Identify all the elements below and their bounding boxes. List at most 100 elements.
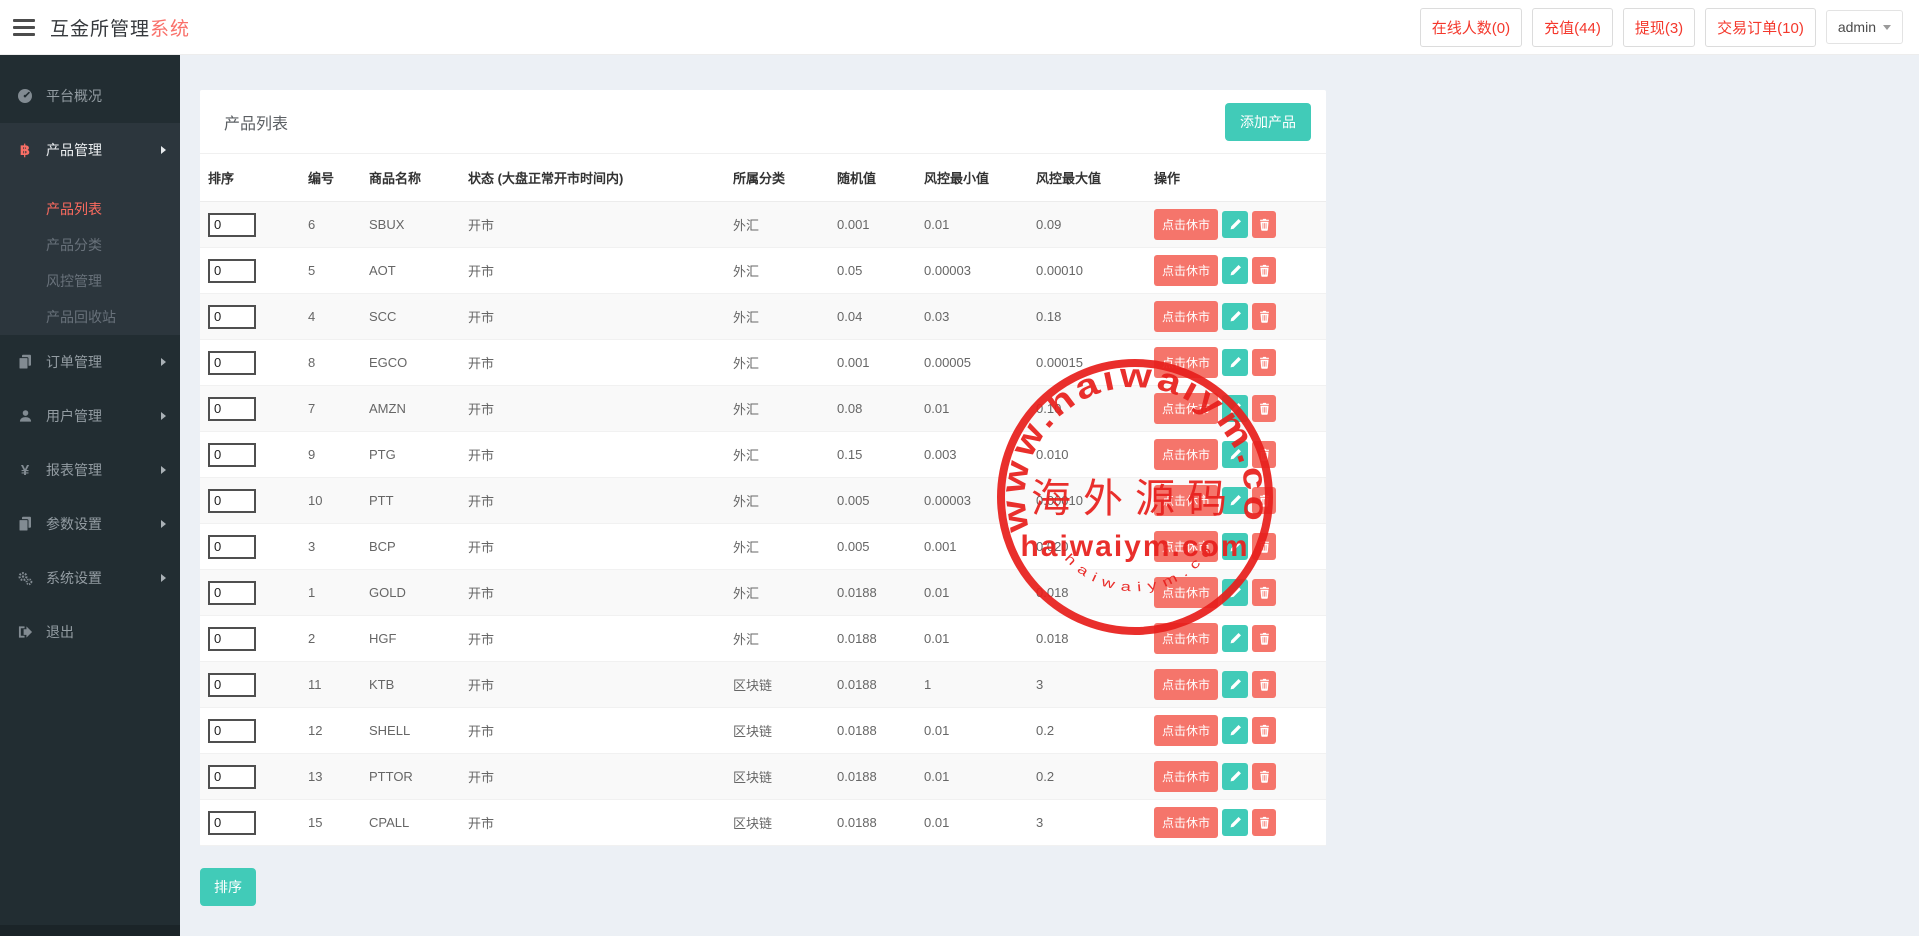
sort-order-input[interactable] — [208, 581, 256, 605]
delete-button[interactable] — [1252, 487, 1276, 514]
edit-button[interactable] — [1222, 533, 1248, 560]
sort-order-input[interactable] — [208, 213, 256, 237]
table-header: 排序 编号 商品名称 状态 (大盘正常开市时间内) 所属分类 随机值 风控最小值… — [200, 154, 1326, 202]
sort-order-input[interactable] — [208, 259, 256, 283]
cell-category: 外汇 — [725, 294, 829, 340]
close-market-button[interactable]: 点击休市 — [1154, 807, 1218, 838]
sidebar-item-user-management[interactable]: 用户管理 — [0, 389, 180, 443]
product-list-card: 产品列表 添加产品 排序 编号 商品名称 状态 (大盘正常开市时间内) 所属分类… — [200, 90, 1326, 846]
sidebar-item-report-management[interactable]: ¥ 报表管理 — [0, 443, 180, 497]
edit-button[interactable] — [1222, 487, 1248, 514]
delete-button[interactable] — [1252, 809, 1276, 836]
delete-button[interactable] — [1252, 533, 1276, 560]
recharge-button[interactable]: 充值(44) — [1532, 8, 1613, 47]
sort-order-input[interactable] — [208, 719, 256, 743]
sort-order-input[interactable] — [208, 535, 256, 559]
close-market-button[interactable]: 点击休市 — [1154, 209, 1218, 240]
cell-random-value: 0.04 — [829, 294, 916, 340]
sort-order-input[interactable] — [208, 627, 256, 651]
sidebar-item-system-settings[interactable]: 系统设置 — [0, 551, 180, 605]
sort-order-input[interactable] — [208, 765, 256, 789]
trade-orders-button[interactable]: 交易订单(10) — [1705, 8, 1816, 47]
sort-order-input[interactable] — [208, 351, 256, 375]
edit-button[interactable] — [1222, 441, 1248, 468]
sidebar-item-platform-overview[interactable]: 平台概况 — [0, 69, 180, 123]
sidebar-item-risk-management[interactable]: 风控管理 — [0, 263, 180, 299]
sort-order-input[interactable] — [208, 397, 256, 421]
sidebar-item-parameter-settings[interactable]: 参数设置 — [0, 497, 180, 551]
delete-button[interactable] — [1252, 257, 1276, 284]
cell-risk-min: 0.00003 — [916, 478, 1028, 524]
edit-button[interactable] — [1222, 257, 1248, 284]
close-market-button[interactable]: 点击休市 — [1154, 347, 1218, 378]
sidebar-item-order-management[interactable]: 订单管理 — [0, 335, 180, 389]
online-users-button[interactable]: 在线人数(0) — [1420, 8, 1522, 47]
sort-order-input[interactable] — [208, 489, 256, 513]
sidebar-item-product-list[interactable]: 产品列表 — [0, 191, 180, 227]
edit-button[interactable] — [1222, 211, 1248, 238]
delete-button[interactable] — [1252, 671, 1276, 698]
close-market-button[interactable]: 点击休市 — [1154, 439, 1218, 470]
add-product-button[interactable]: 添加产品 — [1225, 103, 1311, 141]
cell-random-value: 0.08 — [829, 386, 916, 432]
cell-status: 开市 — [460, 248, 725, 294]
sort-submit-button[interactable]: 排序 — [200, 868, 256, 906]
delete-button[interactable] — [1252, 395, 1276, 422]
cell-sort — [200, 570, 300, 616]
cell-random-value: 0.0188 — [829, 662, 916, 708]
cell-status: 开市 — [460, 386, 725, 432]
edit-button[interactable] — [1222, 717, 1248, 744]
edit-button[interactable] — [1222, 579, 1248, 606]
cell-category: 外汇 — [725, 248, 829, 294]
delete-button[interactable] — [1252, 303, 1276, 330]
delete-button[interactable] — [1252, 349, 1276, 376]
delete-button[interactable] — [1252, 441, 1276, 468]
edit-button[interactable] — [1222, 625, 1248, 652]
edit-button[interactable] — [1222, 763, 1248, 790]
cell-status: 开市 — [460, 294, 725, 340]
sort-order-input[interactable] — [208, 673, 256, 697]
sidebar-item-label: 产品管理 — [46, 140, 102, 160]
close-market-button[interactable]: 点击休市 — [1154, 255, 1218, 286]
col-random: 随机值 — [829, 154, 916, 202]
delete-button[interactable] — [1252, 211, 1276, 238]
cell-category: 外汇 — [725, 478, 829, 524]
edit-button[interactable] — [1222, 303, 1248, 330]
admin-dropdown[interactable]: admin — [1826, 10, 1903, 44]
sidebar-item-product-management[interactable]: ฿ 产品管理 — [0, 123, 180, 177]
cell-category: 外汇 — [725, 616, 829, 662]
cell-product-name: AMZN — [361, 386, 460, 432]
close-market-button[interactable]: 点击休市 — [1154, 577, 1218, 608]
cell-sort — [200, 754, 300, 800]
close-market-button[interactable]: 点击休市 — [1154, 301, 1218, 332]
edit-button[interactable] — [1222, 809, 1248, 836]
sidebar-item-product-recycle-bin[interactable]: 产品回收站 — [0, 299, 180, 335]
sidebar: 平台概况 ฿ 产品管理 产品列表 产品分类 风控管理 产品回收站 订单管理 — [0, 55, 180, 936]
close-market-button[interactable]: 点击休市 — [1154, 715, 1218, 746]
delete-button[interactable] — [1252, 625, 1276, 652]
cell-status: 开市 — [460, 340, 725, 386]
close-market-button[interactable]: 点击休市 — [1154, 485, 1218, 516]
delete-button[interactable] — [1252, 717, 1276, 744]
cell-risk-max: 0.2 — [1028, 708, 1146, 754]
sort-order-input[interactable] — [208, 305, 256, 329]
close-market-button[interactable]: 点击休市 — [1154, 761, 1218, 792]
sidebar-item-logout[interactable]: 退出 — [0, 605, 180, 659]
delete-button[interactable] — [1252, 579, 1276, 606]
sort-order-input[interactable] — [208, 443, 256, 467]
cell-id: 6 — [300, 202, 361, 248]
sort-order-input[interactable] — [208, 811, 256, 835]
close-market-button[interactable]: 点击休市 — [1154, 669, 1218, 700]
edit-button[interactable] — [1222, 671, 1248, 698]
cell-risk-min: 0.01 — [916, 616, 1028, 662]
cell-product-name: AOT — [361, 248, 460, 294]
close-market-button[interactable]: 点击休市 — [1154, 623, 1218, 654]
sidebar-item-product-category[interactable]: 产品分类 — [0, 227, 180, 263]
withdraw-button[interactable]: 提现(3) — [1623, 8, 1695, 47]
close-market-button[interactable]: 点击休市 — [1154, 531, 1218, 562]
delete-button[interactable] — [1252, 763, 1276, 790]
hamburger-menu-icon[interactable] — [13, 15, 35, 40]
edit-button[interactable] — [1222, 395, 1248, 422]
close-market-button[interactable]: 点击休市 — [1154, 393, 1218, 424]
edit-button[interactable] — [1222, 349, 1248, 376]
